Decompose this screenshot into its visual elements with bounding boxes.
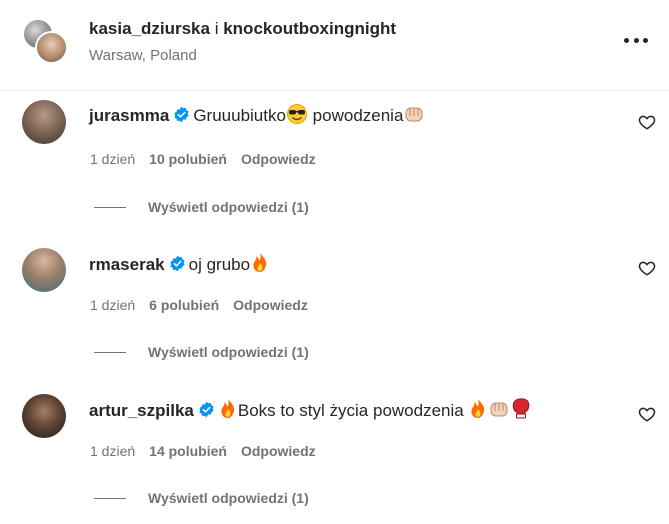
- comment-item: rmaserak oj grubo 1 dzień 6 polubień Odpowi…: [0, 238, 669, 378]
- smiling-face-with-sunglasses-icon: [286, 104, 307, 124]
- comment-text: oj grubo: [188, 255, 251, 274]
- verified-badge-icon: [174, 106, 189, 123]
- owner-connector: i: [214, 19, 219, 38]
- comment-likes[interactable]: 6 polubień: [149, 297, 219, 313]
- oncoming-fist-icon: [405, 107, 423, 122]
- comment-username[interactable]: jurasmma: [89, 106, 169, 125]
- comment-username[interactable]: artur_szpilka: [89, 401, 194, 420]
- view-replies-button[interactable]: Wyświetl odpowiedzi (1): [94, 490, 309, 508]
- avatar[interactable]: [22, 394, 66, 438]
- post-location[interactable]: Warsaw, Poland: [89, 47, 197, 64]
- comment-text: Gruuubiutko: [193, 106, 286, 125]
- comment-item: artur_szpilka Boks to styl życia powodzen…: [0, 384, 669, 524]
- fire-icon: [253, 253, 267, 272]
- reply-button[interactable]: Odpowiedz: [241, 151, 316, 167]
- comment-meta: 1 dzień 14 polubień Odpowiedz: [90, 443, 330, 459]
- more-options-icon[interactable]: [624, 30, 648, 50]
- comment-likes[interactable]: 10 polubień: [149, 151, 227, 167]
- oncoming-fist-icon: [490, 402, 508, 417]
- post-owners: kasia_dziurska i knockoutboxingnight: [89, 19, 396, 39]
- comment-text-continued: powodzenia: [307, 106, 404, 125]
- boxing-glove-icon: [513, 398, 530, 419]
- comment-likes[interactable]: 14 polubień: [149, 443, 227, 459]
- view-replies-label: Wyświetl odpowiedzi (1): [148, 199, 309, 215]
- post-header: kasia_dziurska i knockoutboxingnight War…: [0, 0, 669, 91]
- comment-meta: 1 dzień 6 polubień Odpowiedz: [90, 297, 322, 313]
- replies-divider: [94, 498, 126, 499]
- comment-time[interactable]: 1 dzień: [90, 151, 135, 167]
- avatar[interactable]: [35, 31, 68, 64]
- comment-meta: 1 dzień 10 polubień Odpowiedz: [90, 151, 330, 167]
- reply-button[interactable]: Odpowiedz: [233, 297, 308, 313]
- verified-badge-icon: [199, 401, 214, 418]
- verified-badge-icon: [170, 255, 185, 272]
- avatar[interactable]: [22, 100, 66, 144]
- comment-body: rmaserak oj grubo: [89, 252, 270, 275]
- replies-divider: [94, 352, 126, 353]
- avatar[interactable]: [22, 248, 66, 292]
- reply-button[interactable]: Odpowiedz: [241, 443, 316, 459]
- view-replies-button[interactable]: Wyświetl odpowiedzi (1): [94, 199, 309, 217]
- replies-divider: [94, 207, 126, 208]
- comment-username[interactable]: rmaserak: [89, 255, 165, 274]
- view-replies-label: Wyświetl odpowiedzi (1): [148, 490, 309, 506]
- view-replies-button[interactable]: Wyświetl odpowiedzi (1): [94, 344, 309, 362]
- heart-icon[interactable]: [638, 113, 656, 131]
- comment-text: Boks to styl życia powodzenia: [237, 401, 469, 420]
- comment-time[interactable]: 1 dzień: [90, 297, 135, 313]
- heart-icon[interactable]: [638, 405, 656, 423]
- fire-icon: [221, 399, 235, 418]
- owner-username-2[interactable]: knockoutboxingnight: [223, 19, 396, 38]
- heart-icon[interactable]: [638, 259, 656, 277]
- view-replies-label: Wyświetl odpowiedzi (1): [148, 344, 309, 360]
- comment-item: jurasmma Gruuubiutko powodzenia 1 dzień 10…: [0, 90, 669, 230]
- comment-time[interactable]: 1 dzień: [90, 443, 135, 459]
- owner-username-1[interactable]: kasia_dziurska: [89, 19, 210, 38]
- fire-icon: [471, 399, 485, 418]
- comment-body: jurasmma Gruuubiutko powodzenia: [89, 104, 425, 126]
- collab-avatars[interactable]: [22, 18, 68, 64]
- comment-body: artur_szpilka Boks to styl życia powodzen…: [89, 398, 532, 421]
